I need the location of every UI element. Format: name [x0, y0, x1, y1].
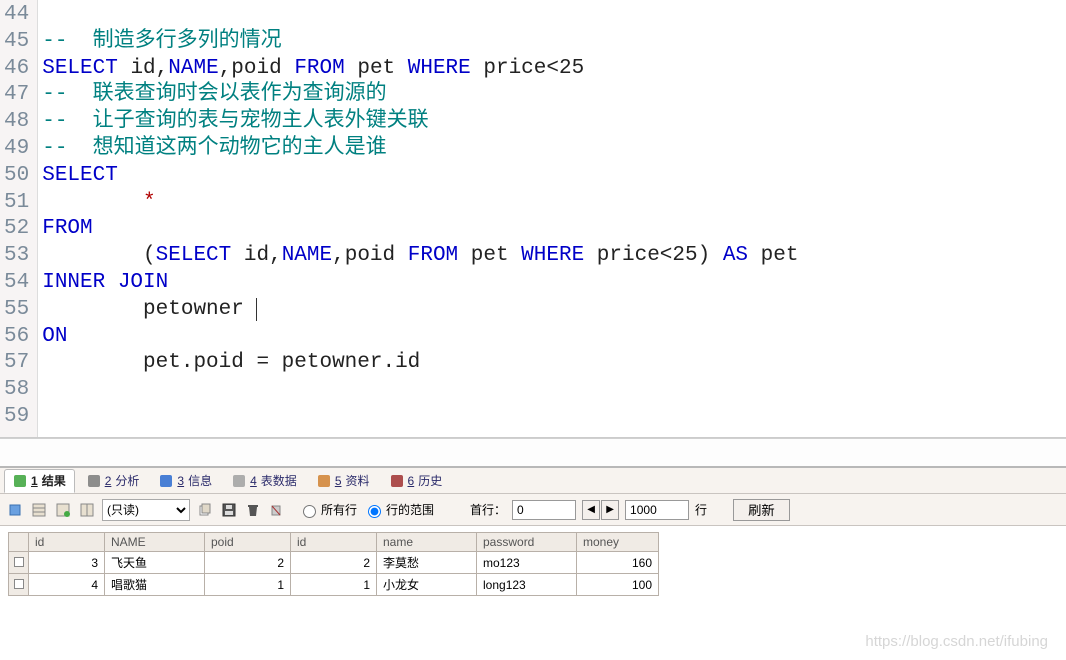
tab-信息[interactable]: 3 信息 — [151, 469, 220, 493]
column-header[interactable]: name — [377, 533, 477, 552]
row-suffix-label: 行 — [695, 501, 707, 518]
column-header[interactable]: id — [291, 533, 377, 552]
cell[interactable]: 1 — [205, 574, 291, 596]
readonly-select[interactable]: (只读) — [102, 499, 190, 521]
line-gutter: 44 45 46 47 48 49 50 51 52 53 54 55 56 5… — [0, 0, 38, 437]
cell[interactable]: 小龙女 — [377, 574, 477, 596]
first-row-label: 首行： — [470, 501, 506, 518]
cell[interactable]: mo123 — [477, 552, 577, 574]
tab-分析[interactable]: 2 分析 — [79, 469, 148, 493]
pane-divider[interactable] — [0, 438, 1066, 466]
cell[interactable]: 160 — [577, 552, 659, 574]
cell[interactable]: 1 — [291, 574, 377, 596]
tab-历史[interactable]: 6 历史 — [382, 469, 451, 493]
results-table[interactable]: idNAMEpoididnamepasswordmoney3飞天鱼22李莫愁mo… — [8, 532, 659, 596]
grid-add-icon[interactable] — [54, 501, 72, 519]
tab-icon — [87, 474, 101, 488]
prev-page-button[interactable]: ◀ — [582, 500, 600, 520]
tab-资料[interactable]: 5 资料 — [309, 469, 378, 493]
column-header[interactable]: id — [29, 533, 105, 552]
results-grid-container: idNAMEpoididnamepasswordmoney3飞天鱼22李莫愁mo… — [0, 526, 1066, 602]
tab-结果[interactable]: 1 结果 — [4, 469, 75, 493]
tab-icon — [159, 474, 173, 488]
cell[interactable]: long123 — [477, 574, 577, 596]
cell[interactable]: 3 — [29, 552, 105, 574]
watermark: https://blog.csdn.net/ifubing — [865, 633, 1048, 650]
cell[interactable]: 100 — [577, 574, 659, 596]
results-toolbar: (只读) 所有行 行的范围 首行： ◀ ▶ 行 刷新 — [0, 494, 1066, 526]
grid1-icon[interactable] — [30, 501, 48, 519]
cell[interactable]: 飞天鱼 — [105, 552, 205, 574]
cell[interactable]: 2 — [291, 552, 377, 574]
save-icon[interactable] — [220, 501, 238, 519]
cell[interactable]: 4 — [29, 574, 105, 596]
radio-all-rows[interactable]: 所有行 — [298, 501, 357, 518]
grid2-icon[interactable] — [78, 501, 96, 519]
trash-icon[interactable] — [244, 501, 262, 519]
row-selector[interactable] — [9, 574, 29, 596]
column-header[interactable]: money — [577, 533, 659, 552]
results-tabs: 1 结果2 分析3 信息4 表数据5 资料6 历史 — [0, 466, 1066, 494]
tab-icon — [317, 474, 331, 488]
cell[interactable]: 唱歌猫 — [105, 574, 205, 596]
next-page-button[interactable]: ▶ — [601, 500, 619, 520]
refresh-button[interactable]: 刷新 — [733, 499, 790, 521]
cell[interactable]: 李莫愁 — [377, 552, 477, 574]
radio-row-range[interactable]: 行的范围 — [363, 501, 434, 518]
row-range-controls: 首行： ◀ ▶ 行 — [470, 500, 707, 520]
tab-icon — [390, 474, 404, 488]
column-header[interactable]: NAME — [105, 533, 205, 552]
column-header[interactable]: poid — [205, 533, 291, 552]
code-area[interactable]: -- 制造多行多列的情况 SELECT id,NAME,poid FROM pe… — [38, 0, 1066, 437]
table-row[interactable]: 4唱歌猫11小龙女long123100 — [9, 574, 659, 596]
export-icon[interactable] — [6, 501, 24, 519]
tab-icon — [232, 474, 246, 488]
table-row[interactable]: 3飞天鱼22李莫愁mo123160 — [9, 552, 659, 574]
row-scope-radio-group: 所有行 行的范围 — [298, 501, 434, 518]
row-count-input[interactable] — [625, 500, 689, 520]
cut-icon[interactable] — [268, 501, 286, 519]
cell[interactable]: 2 — [205, 552, 291, 574]
sql-editor[interactable]: 44 45 46 47 48 49 50 51 52 53 54 55 56 5… — [0, 0, 1066, 438]
tab-表数据[interactable]: 4 表数据 — [224, 469, 305, 493]
tab-icon — [13, 474, 27, 488]
copy-icon[interactable] — [196, 501, 214, 519]
row-selector[interactable] — [9, 552, 29, 574]
first-row-input[interactable] — [512, 500, 576, 520]
column-header[interactable]: password — [477, 533, 577, 552]
